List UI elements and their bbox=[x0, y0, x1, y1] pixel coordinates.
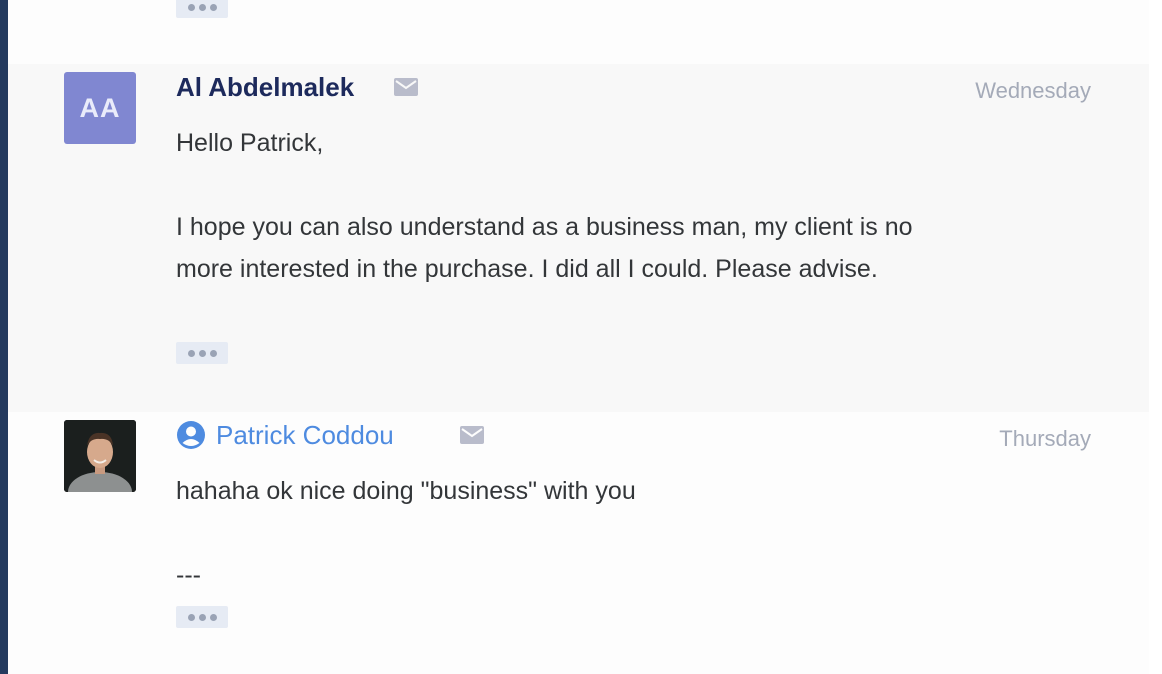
ellipsis-icon bbox=[187, 3, 195, 11]
message-greeting: Hello Patrick, bbox=[176, 129, 324, 157]
avatar: AA bbox=[64, 72, 136, 144]
profile-photo bbox=[64, 420, 136, 492]
show-quoted-text-button-previous[interactable] bbox=[176, 0, 228, 18]
show-quoted-text-button[interactable] bbox=[176, 606, 228, 628]
left-rail bbox=[0, 0, 8, 674]
message-line: hahaha ok nice doing "business" with you bbox=[176, 477, 636, 505]
right-edge bbox=[1149, 0, 1162, 674]
message-line: I hope you can also understand as a busi… bbox=[176, 213, 913, 241]
mail-icon[interactable] bbox=[460, 426, 484, 444]
sender-name[interactable]: Patrick Coddou bbox=[176, 420, 394, 450]
signature-separator: --- bbox=[176, 561, 201, 589]
message-date: Wednesday bbox=[975, 78, 1091, 103]
mail-icon[interactable] bbox=[394, 78, 418, 96]
ellipsis-icon bbox=[187, 613, 195, 621]
ellipsis-icon bbox=[187, 349, 195, 357]
message-body: Hello Patrick, I hope you can also under… bbox=[176, 122, 913, 290]
message-item: AA Al Abdelmalek Wednesday Hello Patrick… bbox=[8, 64, 1149, 412]
message-line: more interested in the purchase. I did a… bbox=[176, 255, 878, 283]
avatar bbox=[64, 420, 136, 492]
message-date: Thursday bbox=[999, 426, 1091, 451]
avatar-initials: AA bbox=[79, 92, 121, 123]
sender-name[interactable]: Al Abdelmalek bbox=[176, 72, 354, 102]
show-quoted-text-button[interactable] bbox=[176, 342, 228, 364]
user-circle-icon bbox=[176, 420, 206, 450]
message-item: Patrick Coddou Thursday hahaha ok nice d… bbox=[8, 412, 1149, 674]
message-body: hahaha ok nice doing "business" with you… bbox=[176, 470, 636, 596]
